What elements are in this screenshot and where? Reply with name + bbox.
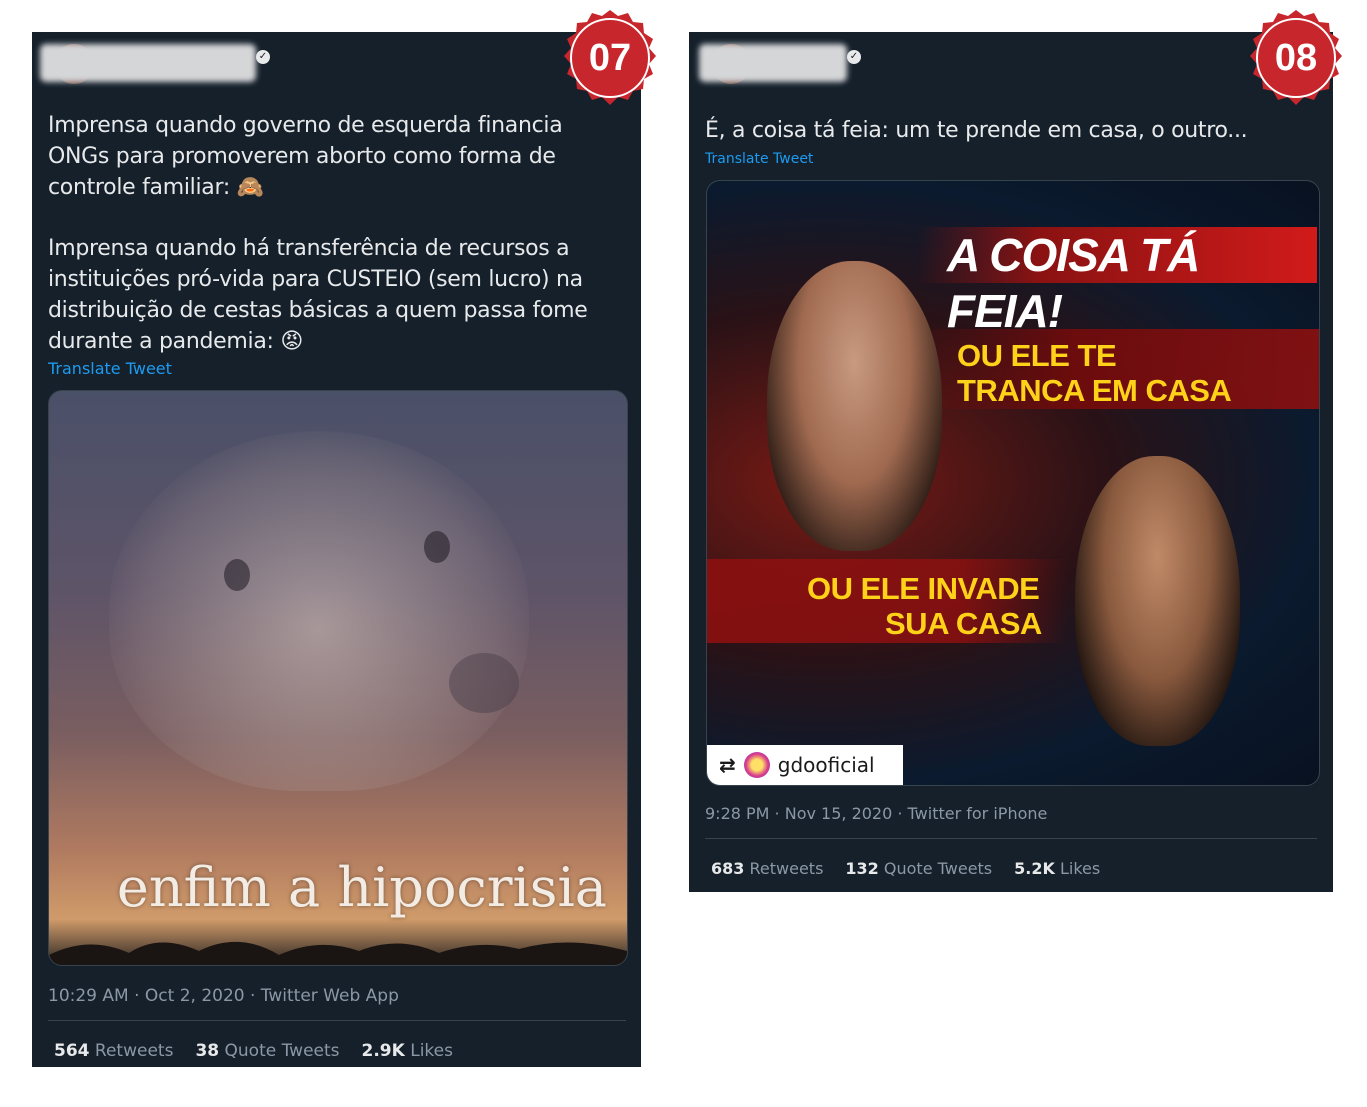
image-line: OU ELE INVADE	[807, 571, 1040, 606]
dog-eye	[424, 531, 450, 563]
redacted-username	[699, 44, 847, 82]
tweet-card-08[interactable]: ✓ É, a coisa tá feia: um te prende em ca…	[689, 32, 1333, 892]
tweet-stats: 564 Retweets 38 Quote Tweets 2.9K Likes	[54, 1041, 453, 1061]
translate-tweet-link[interactable]: Translate Tweet	[48, 359, 172, 378]
attribution-handle: gdooficial	[777, 753, 875, 777]
tweet-timestamp[interactable]: 10:29 AM · Oct 2, 2020 · Twitter Web App	[48, 986, 399, 1006]
redacted-username	[40, 44, 256, 82]
image-line: TRANCA EM CASA	[957, 373, 1232, 408]
image-line: OU ELE TE	[957, 338, 1117, 373]
verified-icon: ✓	[847, 50, 861, 64]
meme-caption: enfim a hipocrisia	[116, 856, 607, 919]
image-line: SUA CASA	[885, 606, 1042, 641]
tweet-image[interactable]: A COISA TÁ FEIA! OU ELE TE TRANCA EM CAS…	[706, 180, 1320, 786]
divider	[705, 838, 1317, 839]
number-badge-08: 08	[1246, 8, 1346, 108]
tweet-header: ✓	[689, 32, 1333, 102]
quote-tweets-stat[interactable]: 132 Quote Tweets	[845, 859, 992, 878]
instagram-attribution[interactable]: ⇄ gdooficial	[707, 745, 903, 785]
dog-nose	[449, 653, 519, 713]
divider	[48, 1020, 626, 1021]
verified-icon: ✓	[256, 50, 270, 64]
tweet-paragraph: Imprensa quando há transferência de recu…	[48, 236, 588, 354]
tweet-text: É, a coisa tá feia: um te prende em casa…	[705, 115, 1315, 146]
translate-tweet-link[interactable]: Translate Tweet	[705, 151, 813, 167]
tweet-image[interactable]: enfim a hipocrisia	[48, 390, 628, 966]
tweet-timestamp[interactable]: 9:28 PM · Nov 15, 2020 · Twitter for iPh…	[705, 804, 1047, 823]
repost-icon: ⇄	[719, 753, 736, 777]
quote-tweets-stat[interactable]: 38 Quote Tweets	[195, 1041, 339, 1061]
number-badge-07: 07	[560, 8, 660, 108]
tweet-paragraph: Imprensa quando governo de esquerda fina…	[48, 113, 563, 200]
badge-number: 08	[1274, 36, 1318, 79]
palm-silhouettes	[49, 941, 627, 965]
tweet-header: ✓	[32, 32, 641, 102]
person-photo	[1075, 456, 1240, 746]
tweet-text: Imprensa quando governo de esquerda fina…	[48, 110, 628, 357]
image-headline: A COISA TÁ FEIA!	[917, 227, 1317, 337]
likes-stat[interactable]: 5.2K Likes	[1014, 859, 1100, 878]
retweets-stat[interactable]: 564 Retweets	[54, 1041, 173, 1061]
dog-face-image	[109, 431, 529, 791]
retweets-stat[interactable]: 683 Retweets	[711, 859, 823, 878]
tweet-stats: 683 Retweets 132 Quote Tweets 5.2K Likes	[711, 859, 1100, 878]
person-photo	[767, 261, 942, 551]
tweet-card-07[interactable]: ✓ Imprensa quando governo de esquerda fi…	[32, 32, 641, 1067]
instagram-avatar-icon	[743, 752, 770, 778]
badge-number: 07	[588, 36, 632, 79]
likes-stat[interactable]: 2.9K Likes	[362, 1041, 453, 1061]
tweet-paragraph: É, a coisa tá feia: um te prende em casa…	[705, 118, 1248, 143]
dog-eye	[224, 559, 250, 591]
